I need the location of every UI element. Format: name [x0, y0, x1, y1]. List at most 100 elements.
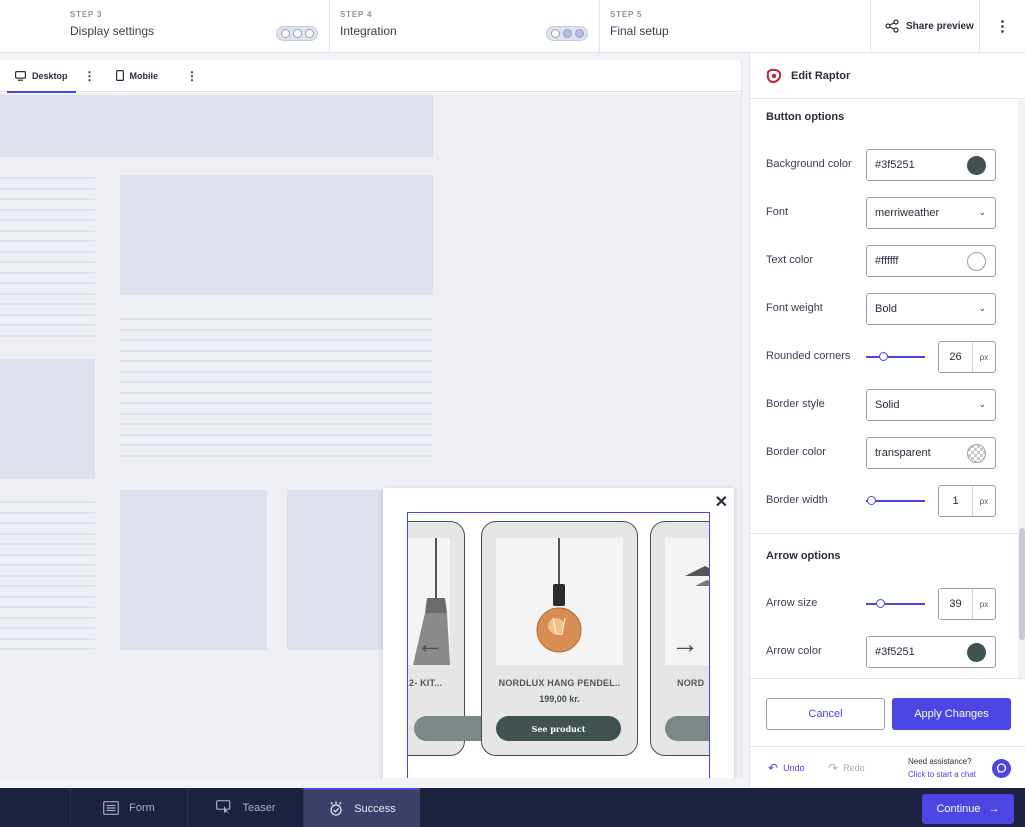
- background-color-label: Background color: [766, 158, 852, 170]
- placeholder-block: [120, 175, 433, 295]
- tab-desktop[interactable]: Desktop: [7, 60, 76, 93]
- text-color-label: Text color: [766, 254, 814, 266]
- more-menu-icon[interactable]: ⋮: [980, 0, 1025, 52]
- redo-icon: ↷: [828, 761, 839, 775]
- scrollbar[interactable]: [1018, 100, 1025, 678]
- color-swatch[interactable]: [967, 156, 986, 175]
- success-icon: [330, 801, 342, 816]
- product-image: [496, 538, 623, 665]
- slider-handle[interactable]: [879, 352, 888, 361]
- border-color-input[interactable]: transparent: [866, 437, 996, 469]
- placeholder-line: [0, 240, 95, 242]
- placeholder-line: [120, 433, 433, 436]
- tab-mobile[interactable]: Mobile: [108, 60, 167, 92]
- slider-handle[interactable]: [876, 599, 885, 608]
- rounded-corners-input[interactable]: 26 px: [938, 341, 996, 373]
- border-style-select[interactable]: Solid ⌄: [866, 389, 996, 421]
- arrow-size-slider[interactable]: [866, 599, 925, 608]
- see-product-button[interactable]: See product: [496, 716, 621, 741]
- placeholder-line: [120, 370, 433, 373]
- scrollbar-thumb[interactable]: [1019, 528, 1025, 640]
- font-weight-label: Font weight: [766, 302, 823, 314]
- placeholder-line: [120, 360, 433, 362]
- step-number: STEP 5: [610, 10, 643, 19]
- placeholder-line: [120, 444, 433, 446]
- arrow-left-icon[interactable]: ←: [416, 628, 444, 660]
- product-name: NORDLUX HANG PENDEL..: [498, 678, 621, 688]
- placeholder-line: [0, 564, 95, 566]
- placeholder-line: [0, 648, 95, 650]
- chevron-down-icon: ⌄: [978, 303, 986, 313]
- placeholder-line: [0, 219, 95, 221]
- placeholder-block: [120, 490, 267, 650]
- tab-success[interactable]: Success: [303, 788, 420, 827]
- font-select[interactable]: merriweather ⌄: [866, 197, 996, 229]
- color-swatch[interactable]: [967, 252, 986, 271]
- slider-handle[interactable]: [867, 496, 876, 505]
- placeholder-block: [287, 490, 387, 650]
- apply-changes-button[interactable]: Apply Changes: [892, 698, 1011, 730]
- close-icon[interactable]: ✕: [715, 492, 728, 512]
- placeholder-line: [120, 454, 433, 457]
- product-carousel: 2- KIT... NORDLUX HANG PENDEL.. 199,00 k…: [407, 512, 710, 778]
- transparent-swatch[interactable]: [967, 444, 986, 463]
- see-product-button[interactable]: [665, 716, 709, 741]
- form-icon: [103, 800, 120, 815]
- text-color-input[interactable]: #ffffff: [866, 245, 996, 277]
- device-tabs: Desktop ⋮ Mobile ⋮: [0, 60, 741, 93]
- background-color-input[interactable]: #3f5251: [866, 149, 996, 181]
- border-width-input[interactable]: 1 px: [938, 485, 996, 517]
- panel-actions: Cancel Apply Changes: [750, 678, 1025, 746]
- share-preview-label: Share preview: [906, 20, 974, 32]
- start-chat-link[interactable]: Click to start a chat: [908, 768, 976, 781]
- step-integration[interactable]: STEP 4 Integration: [330, 0, 600, 52]
- tab-mobile-label: Mobile: [129, 70, 159, 81]
- mobile-menu-icon[interactable]: ⋮: [182, 69, 202, 83]
- placeholder-line: [0, 511, 95, 514]
- arrow-color-input[interactable]: #3f5251: [866, 636, 996, 668]
- placeholder-line: [120, 412, 433, 415]
- arrow-size-input[interactable]: 39 px: [938, 588, 996, 620]
- rounded-corners-slider[interactable]: [866, 352, 925, 361]
- teaser-icon: [216, 800, 231, 814]
- placeholder-line: [0, 303, 95, 305]
- placeholder-line: [120, 402, 433, 404]
- continue-button[interactable]: Continue →: [922, 794, 1014, 824]
- success-popup: ✕ 2- KIT... NORDLUX HANG PENDEL.. 199,00…: [383, 488, 734, 778]
- button-options-title: Button options: [766, 111, 845, 123]
- border-style-label: Border style: [766, 398, 825, 410]
- undo-button[interactable]: ↶ Undo: [768, 761, 805, 775]
- placeholder-line: [0, 627, 95, 629]
- arrow-size-label: Arrow size: [766, 597, 818, 609]
- arrow-right-icon[interactable]: →: [671, 628, 699, 660]
- cancel-button[interactable]: Cancel: [766, 698, 885, 730]
- desktop-icon: [15, 70, 26, 81]
- preview-panel: Desktop ⋮ Mobile ⋮ ✕ 2- KIT... NORDLUX H…: [0, 60, 742, 778]
- product-price: 199,00 kr.: [539, 694, 580, 704]
- undo-icon: ↶: [768, 761, 779, 775]
- color-swatch[interactable]: [967, 643, 986, 662]
- step-number: STEP 3: [70, 10, 103, 19]
- redo-button[interactable]: ↷ Redo: [828, 761, 865, 775]
- tab-teaser[interactable]: Teaser: [187, 788, 304, 827]
- step-display-settings[interactable]: STEP 3 Display settings: [60, 0, 330, 52]
- placeholder-line: [0, 324, 95, 326]
- product-card[interactable]: NORDLUX HANG PENDEL.. 199,00 kr. See pro…: [481, 521, 638, 756]
- placeholder-line: [0, 282, 95, 284]
- arrow-options-title: Arrow options: [766, 550, 841, 562]
- chat-icon[interactable]: [992, 759, 1011, 778]
- placeholder-line: [0, 271, 95, 274]
- border-width-slider[interactable]: [866, 496, 925, 505]
- font-weight-select[interactable]: Bold ⌄: [866, 293, 996, 325]
- desktop-menu-icon[interactable]: ⋮: [80, 69, 100, 83]
- placeholder-line: [120, 349, 433, 352]
- share-preview-button[interactable]: Share preview: [870, 0, 980, 52]
- step-progress-dots: [276, 26, 318, 41]
- placeholder-line: [120, 423, 433, 425]
- placeholder-line: [0, 585, 95, 587]
- rounded-corners-label: Rounded corners: [766, 350, 851, 362]
- step-final-setup[interactable]: STEP 5 Final setup: [600, 0, 870, 52]
- tab-form[interactable]: Form: [70, 788, 187, 827]
- arrow-color-label: Arrow color: [766, 645, 822, 657]
- placeholder-line: [0, 501, 95, 503]
